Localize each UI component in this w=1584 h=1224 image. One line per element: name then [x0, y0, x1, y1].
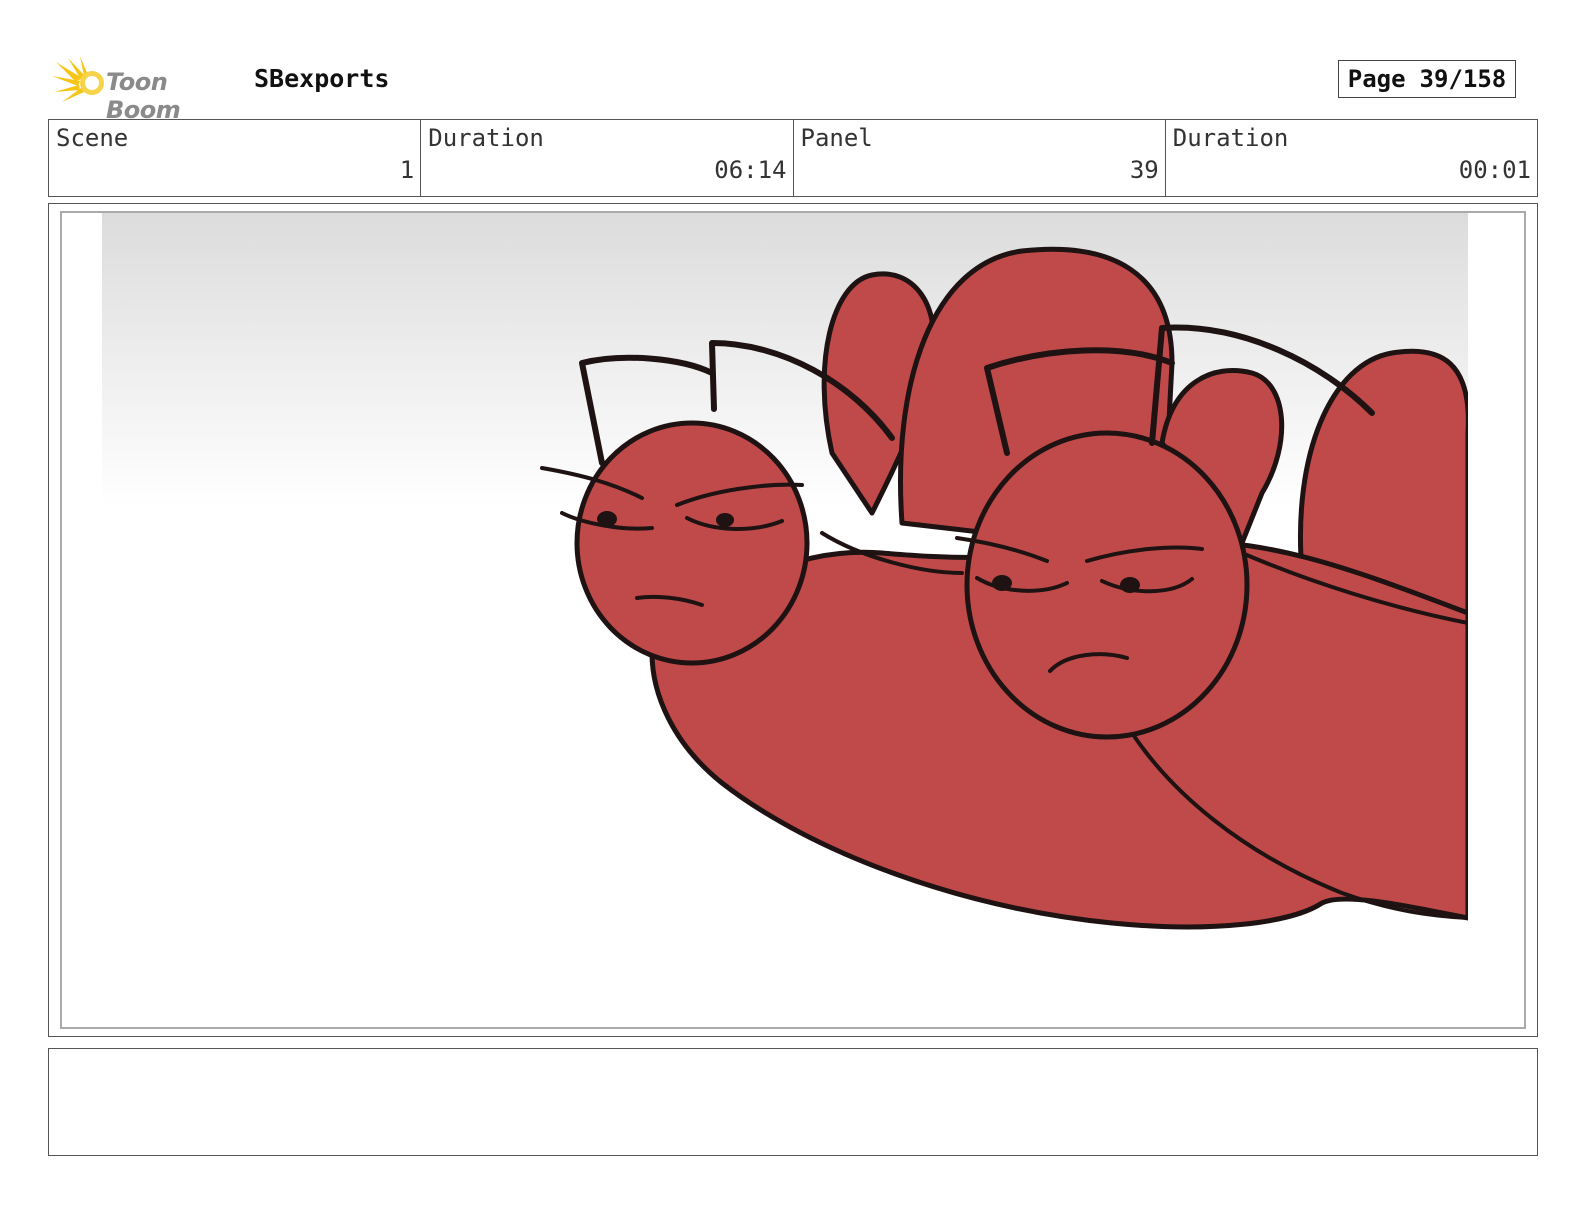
storyboard-panel-image [60, 211, 1526, 1029]
panel-label: Panel [800, 124, 873, 152]
panel-duration-cell: Duration 00:01 [1166, 120, 1537, 196]
page-header: Toon Boom SBexports Page 39/158 [48, 52, 1538, 124]
panel-cell: Panel 39 [794, 120, 1166, 196]
scene-value: 1 [399, 156, 415, 184]
panel-duration-value: 00:01 [1458, 156, 1531, 184]
panel-frame [48, 203, 1538, 1037]
page-indicator: Page 39/158 [1338, 60, 1516, 98]
scene-label: Scene [56, 124, 129, 152]
page-label: Page [1347, 65, 1406, 93]
panel-duration-label: Duration [1172, 124, 1289, 152]
scene-duration-cell: Duration 06:14 [421, 120, 794, 196]
scene-cell: Scene 1 [49, 120, 422, 196]
scene-duration-label: Duration [428, 124, 544, 152]
logo-text: Toon Boom [106, 68, 181, 124]
page-number: 39/158 [1419, 65, 1507, 93]
sketch-drawing [102, 213, 1468, 1027]
scene-info-table: Scene 1 Duration 06:14 Panel 39 Duration… [48, 119, 1538, 197]
project-title: SBexports [254, 64, 390, 93]
panel-value: 39 [1129, 156, 1159, 184]
toon-boom-logo: Toon Boom [52, 56, 242, 124]
panel-notes-box [48, 1048, 1538, 1156]
scene-duration-value: 06:14 [714, 156, 787, 184]
sunburst-logo-icon [52, 56, 104, 102]
